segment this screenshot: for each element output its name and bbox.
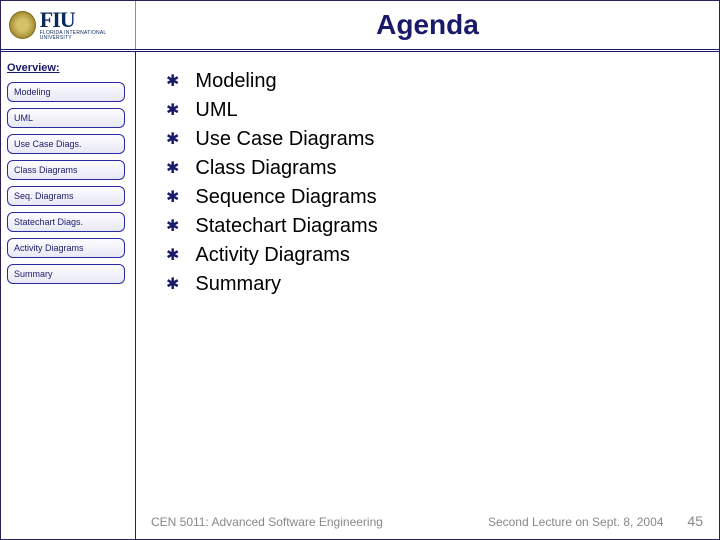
bullet-icon: ✱ bbox=[166, 132, 179, 148]
footer: CEN 5011: Advanced Software Engineering … bbox=[1, 513, 719, 529]
bullet-icon: ✱ bbox=[166, 161, 179, 177]
agenda-text: UML bbox=[195, 99, 237, 122]
list-item: ✱ UML bbox=[166, 99, 709, 122]
sidebar-item-class[interactable]: Class Diagrams bbox=[7, 160, 125, 180]
agenda-text: Statechart Diagrams bbox=[195, 215, 377, 238]
sidebar-item-seq[interactable]: Seq. Diagrams bbox=[7, 186, 125, 206]
logo-text: FIU FLORIDA INTERNATIONAL UNIVERSITY bbox=[40, 9, 135, 41]
agenda-list: ✱ Modeling ✱ UML ✱ Use Case Diagrams ✱ Class… bbox=[166, 70, 709, 296]
list-item: ✱ Modeling bbox=[166, 70, 709, 93]
sidebar-heading: Overview: bbox=[7, 62, 129, 74]
logo: FIU FLORIDA INTERNATIONAL UNIVERSITY bbox=[1, 1, 136, 49]
slide: FIU FLORIDA INTERNATIONAL UNIVERSITY Age… bbox=[0, 0, 720, 540]
list-item: ✱ Activity Diagrams bbox=[166, 244, 709, 267]
crest-icon bbox=[9, 11, 36, 39]
list-item: ✱ Sequence Diagrams bbox=[166, 186, 709, 209]
logo-big: FIU bbox=[40, 9, 135, 31]
sidebar: Overview: Modeling UML Use Case Diags. C… bbox=[1, 52, 136, 539]
sidebar-item-use-case[interactable]: Use Case Diags. bbox=[7, 134, 125, 154]
sidebar-item-uml[interactable]: UML bbox=[7, 108, 125, 128]
footer-page: 45 bbox=[687, 513, 703, 529]
agenda-text: Summary bbox=[195, 273, 281, 296]
list-item: ✱ Use Case Diagrams bbox=[166, 128, 709, 151]
sidebar-item-statechart[interactable]: Statechart Diags. bbox=[7, 212, 125, 232]
bullet-icon: ✱ bbox=[166, 219, 179, 235]
list-item: ✱ Statechart Diagrams bbox=[166, 215, 709, 238]
body: Overview: Modeling UML Use Case Diags. C… bbox=[1, 52, 719, 539]
sidebar-item-modeling[interactable]: Modeling bbox=[7, 82, 125, 102]
bullet-icon: ✱ bbox=[166, 277, 179, 293]
content: ✱ Modeling ✱ UML ✱ Use Case Diagrams ✱ Class… bbox=[136, 52, 719, 539]
list-item: ✱ Summary bbox=[166, 273, 709, 296]
footer-lecture: Second Lecture on Sept. 8, 2004 bbox=[488, 515, 663, 529]
agenda-text: Activity Diagrams bbox=[195, 244, 349, 267]
agenda-text: Modeling bbox=[195, 70, 276, 93]
bullet-icon: ✱ bbox=[166, 74, 179, 90]
sidebar-item-summary[interactable]: Summary bbox=[7, 264, 125, 284]
title-wrap: Agenda bbox=[136, 3, 719, 47]
sidebar-item-activity[interactable]: Activity Diagrams bbox=[7, 238, 125, 258]
footer-course: CEN 5011: Advanced Software Engineering bbox=[151, 515, 383, 529]
bullet-icon: ✱ bbox=[166, 103, 179, 119]
agenda-text: Class Diagrams bbox=[195, 157, 336, 180]
header: FIU FLORIDA INTERNATIONAL UNIVERSITY Age… bbox=[1, 1, 719, 52]
list-item: ✱ Class Diagrams bbox=[166, 157, 709, 180]
bullet-icon: ✱ bbox=[166, 190, 179, 206]
bullet-icon: ✱ bbox=[166, 248, 179, 264]
agenda-text: Use Case Diagrams bbox=[195, 128, 374, 151]
page-title: Agenda bbox=[136, 3, 719, 47]
agenda-text: Sequence Diagrams bbox=[195, 186, 376, 209]
logo-small: FLORIDA INTERNATIONAL UNIVERSITY bbox=[40, 31, 135, 41]
